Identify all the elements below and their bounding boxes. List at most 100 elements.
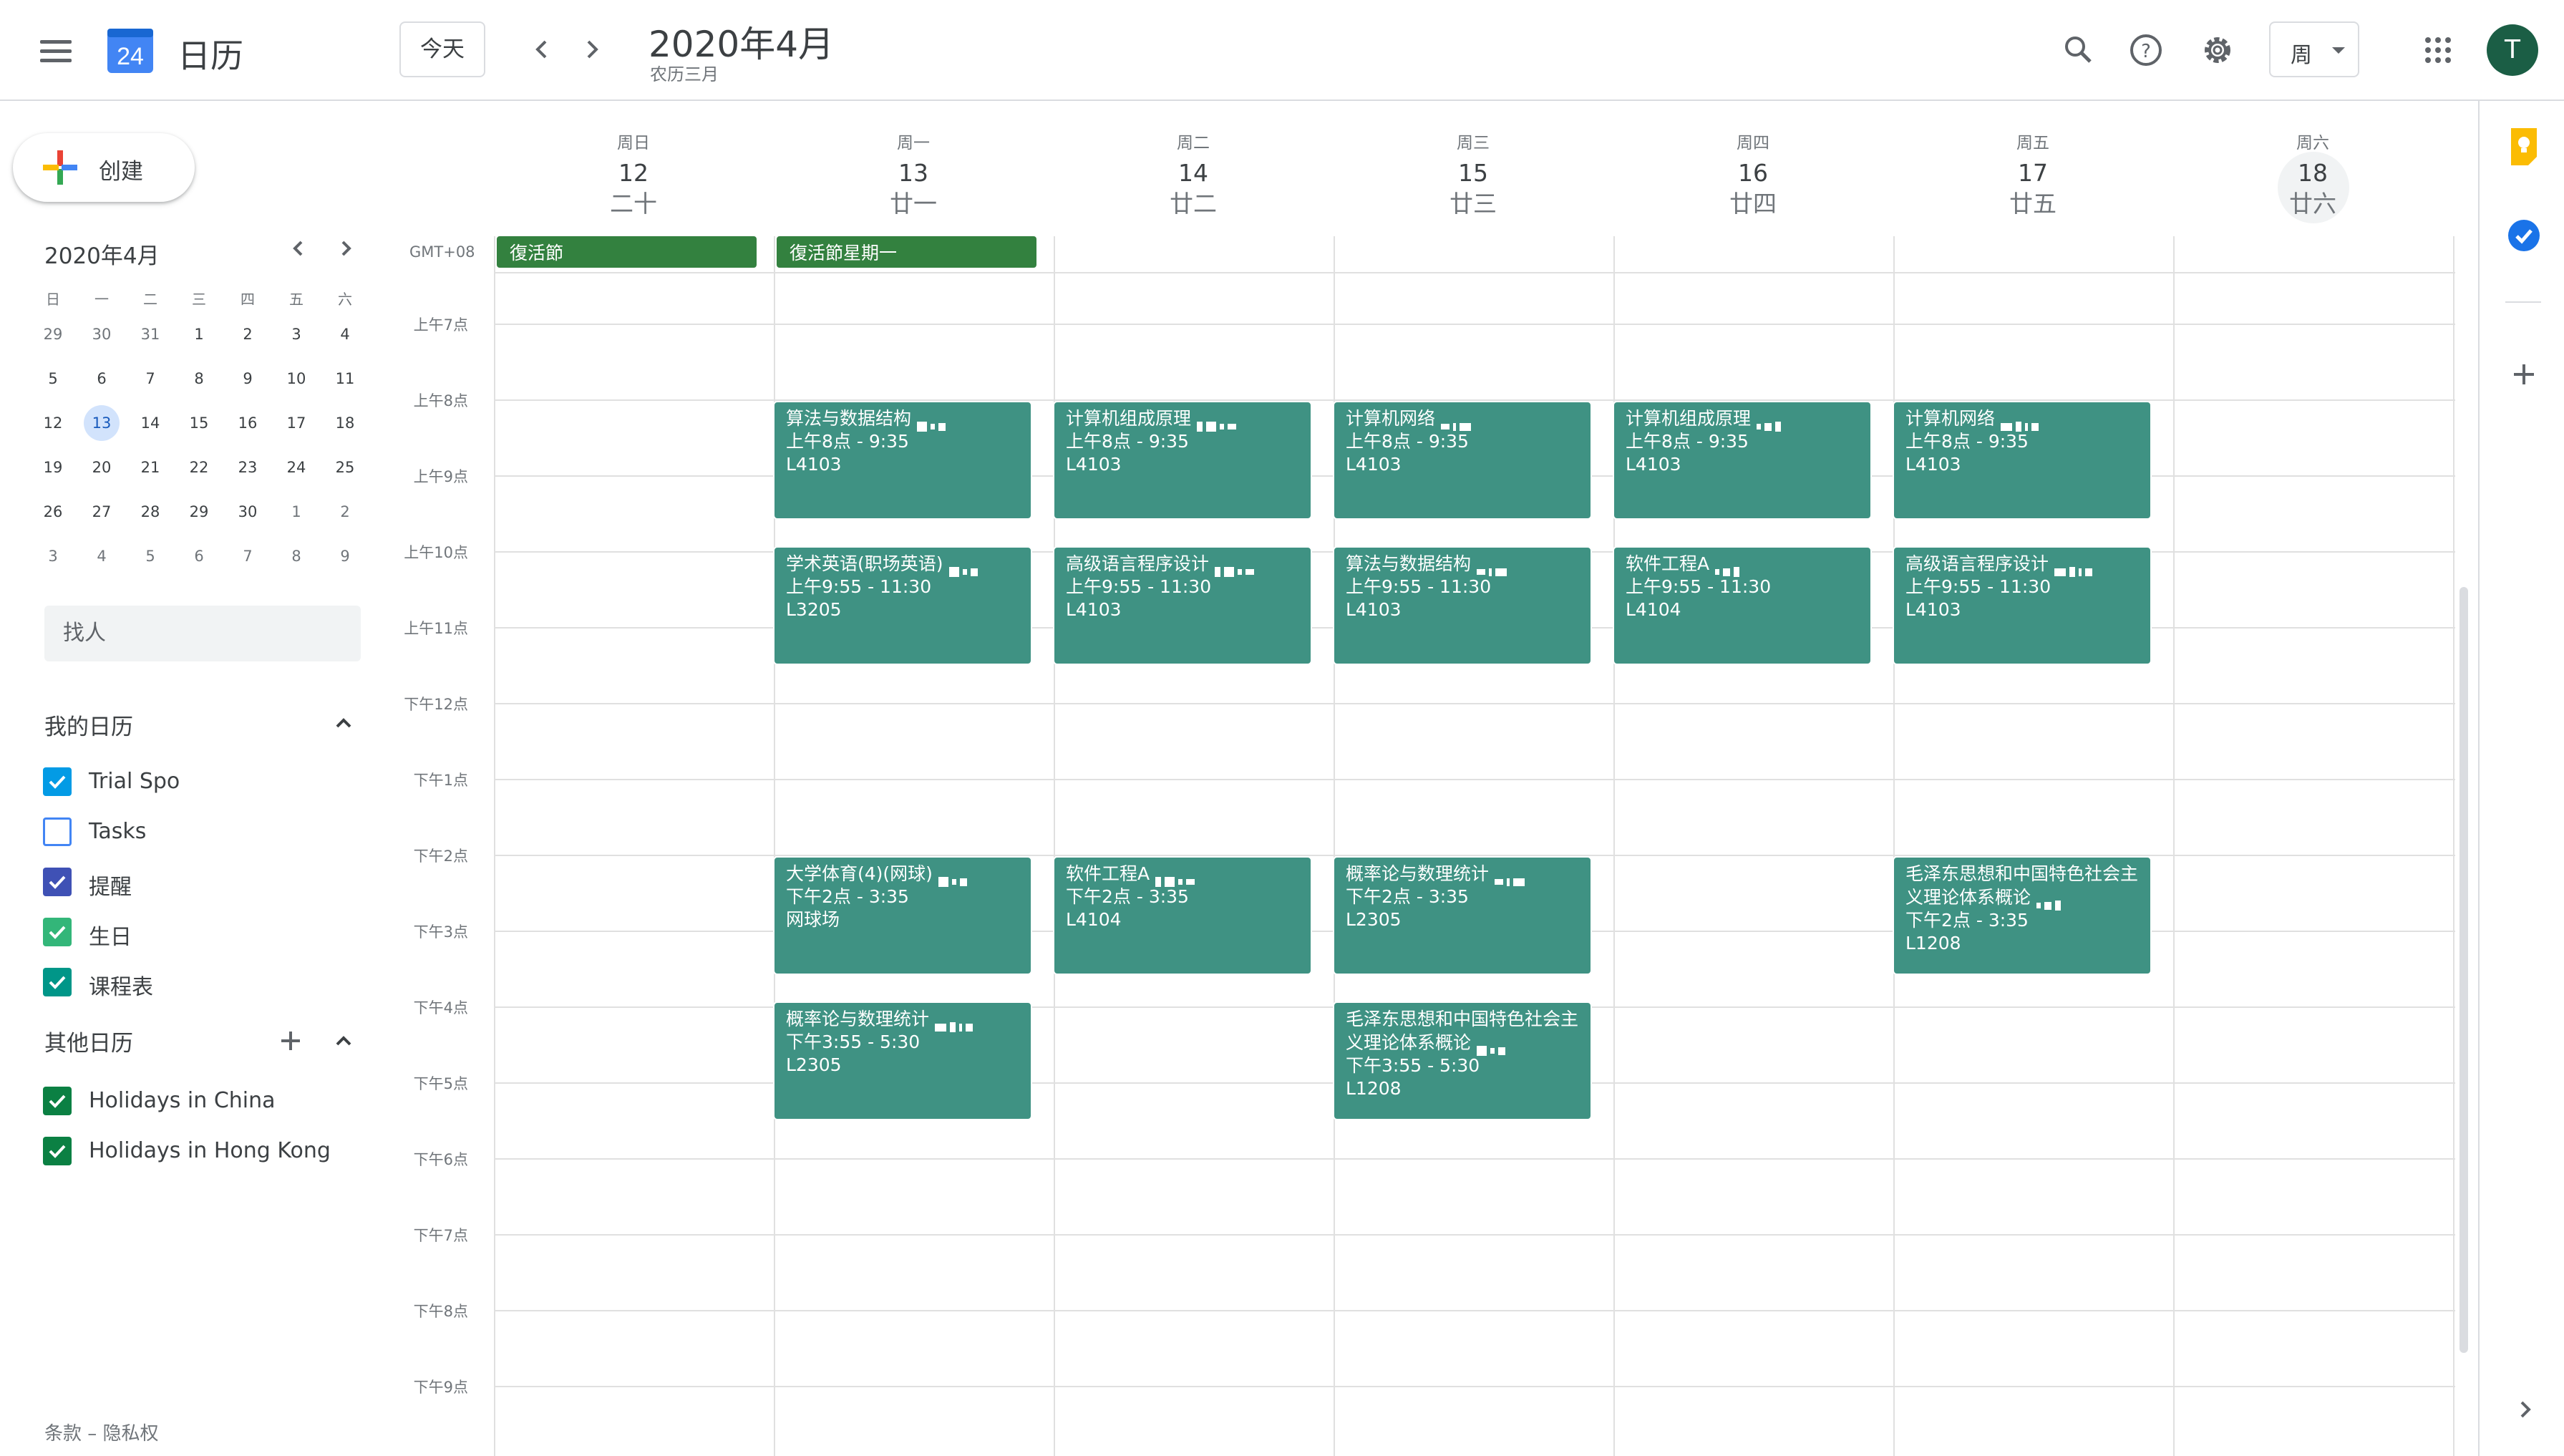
mini-calendar-day[interactable]: 8 xyxy=(175,356,223,401)
today-button[interactable]: 今天 xyxy=(399,21,485,77)
calendar-event[interactable]: 计算机组成原理 上午8点 - 9:35 L4103 xyxy=(1053,401,1312,520)
mini-calendar-day[interactable]: 29 xyxy=(29,312,77,356)
mini-calendar-day[interactable]: 6 xyxy=(175,534,223,578)
calendar-event[interactable]: 计算机网络 上午8点 - 9:35 L4103 xyxy=(1333,401,1592,520)
mini-calendar-day[interactable]: 17 xyxy=(272,401,321,445)
previous-week-button[interactable] xyxy=(523,30,561,69)
calendar-checkbox[interactable] xyxy=(43,767,72,796)
mini-calendar-day[interactable]: 14 xyxy=(126,401,175,445)
mini-calendar-day[interactable]: 4 xyxy=(77,534,126,578)
grid-scrollbar[interactable] xyxy=(2459,587,2468,1353)
mini-calendar-day[interactable]: 23 xyxy=(223,445,272,490)
next-week-button[interactable] xyxy=(573,30,611,69)
mini-calendar-day[interactable]: 15 xyxy=(175,401,223,445)
account-avatar[interactable]: T xyxy=(2487,24,2538,76)
mini-calendar-day[interactable]: 5 xyxy=(29,356,77,401)
mini-calendar-day[interactable]: 3 xyxy=(29,534,77,578)
mini-calendar-day[interactable]: 1 xyxy=(272,490,321,534)
calendar-event[interactable]: 学术英语(职场英语) 上午9:55 - 11:30 L3205 xyxy=(773,546,1032,665)
mini-calendar-day[interactable]: 22 xyxy=(175,445,223,490)
mini-calendar-next-month[interactable] xyxy=(331,233,361,263)
terms-privacy-links[interactable]: 条款 – 隐私权 xyxy=(44,1419,159,1445)
add-other-calendar-button[interactable] xyxy=(278,1028,303,1054)
calendar-event[interactable]: 毛泽东思想和中国特色社会主义理论体系概论 下午2点 - 3:35 L1208 xyxy=(1893,856,2152,975)
mini-calendar-day[interactable]: 26 xyxy=(29,490,77,534)
mini-calendar-day[interactable]: 5 xyxy=(126,534,175,578)
calendar-logo-icon[interactable]: 24 xyxy=(105,24,156,76)
calendar-event[interactable]: 软件工程A 上午9:55 - 11:30 L4104 xyxy=(1613,546,1872,665)
calendar-checkbox[interactable] xyxy=(43,868,72,896)
main-menu-icon[interactable] xyxy=(34,30,77,73)
calendar-event[interactable]: 计算机网络 上午8点 - 9:35 L4103 xyxy=(1893,401,2152,520)
calendar-checkbox[interactable] xyxy=(43,1137,72,1165)
day-number-button[interactable]: 17 xyxy=(1893,159,2172,187)
help-button[interactable]: ? xyxy=(2123,27,2169,73)
calendar-event[interactable]: 毛泽东思想和中国特色社会主义理论体系概论 下午3:55 - 5:30 L1208 xyxy=(1333,1001,1592,1120)
mini-calendar-day[interactable]: 1 xyxy=(175,312,223,356)
calendar-event[interactable]: 高级语言程序设计 上午9:55 - 11:30 L4103 xyxy=(1053,546,1312,665)
mini-calendar-day[interactable]: 7 xyxy=(126,356,175,401)
mini-calendar-day[interactable]: 29 xyxy=(175,490,223,534)
mini-calendar-day[interactable]: 3 xyxy=(272,312,321,356)
calendar-event[interactable]: 计算机组成原理 上午8点 - 9:35 L4103 xyxy=(1613,401,1872,520)
mini-calendar-day[interactable]: 20 xyxy=(77,445,126,490)
collapse-my-calendars-button[interactable] xyxy=(331,710,356,736)
all-day-event[interactable]: 復活節星期一 xyxy=(775,235,1038,269)
mini-calendar-day[interactable]: 2 xyxy=(321,490,369,534)
day-number-button[interactable]: 12 xyxy=(494,159,773,187)
mini-calendar-day[interactable]: 16 xyxy=(223,401,272,445)
calendar-event[interactable]: 高级语言程序设计 上午9:55 - 11:30 L4103 xyxy=(1893,546,2152,665)
mini-calendar-day[interactable]: 21 xyxy=(126,445,175,490)
my-calendars-title[interactable]: 我的日历 xyxy=(44,709,133,741)
mini-calendar-today[interactable]: 13 xyxy=(77,401,126,445)
mini-calendar-day[interactable]: 7 xyxy=(223,534,272,578)
search-button[interactable] xyxy=(2056,27,2102,73)
calendar-event[interactable]: 算法与数据结构 上午9:55 - 11:30 L4103 xyxy=(1333,546,1592,665)
day-number-button[interactable]: 14 xyxy=(1054,159,1333,187)
mini-calendar-day[interactable]: 10 xyxy=(272,356,321,401)
calendar-checkbox[interactable] xyxy=(43,1087,72,1115)
search-people-input[interactable]: 找人 xyxy=(44,606,361,661)
mini-calendar-prev-month[interactable] xyxy=(283,233,314,263)
mini-calendar-day[interactable]: 31 xyxy=(126,312,175,356)
calendar-checkbox[interactable] xyxy=(43,918,72,946)
create-event-button[interactable]: 创建 xyxy=(13,133,195,202)
calendar-event[interactable]: 算法与数据结构 上午8点 - 9:35 L4103 xyxy=(773,401,1032,520)
tasks-icon[interactable] xyxy=(2505,217,2543,254)
day-number-button[interactable]: 18 xyxy=(2173,159,2452,187)
view-selector[interactable]: 周 xyxy=(2269,21,2359,77)
all-day-event[interactable]: 復活節 xyxy=(495,235,758,269)
mini-calendar-day[interactable]: 6 xyxy=(77,356,126,401)
day-number-button[interactable]: 16 xyxy=(1613,159,1893,187)
mini-calendar-day[interactable]: 8 xyxy=(272,534,321,578)
get-addons-button[interactable] xyxy=(2508,359,2540,390)
mini-calendar-day[interactable]: 25 xyxy=(321,445,369,490)
mini-calendar-day[interactable]: 18 xyxy=(321,401,369,445)
keep-icon[interactable] xyxy=(2507,125,2541,168)
google-apps-button[interactable] xyxy=(2415,27,2461,73)
mini-calendar-day[interactable]: 9 xyxy=(321,534,369,578)
mini-calendar-day[interactable]: 28 xyxy=(126,490,175,534)
calendar-event[interactable]: 概率论与数理统计 下午2点 - 3:35 L2305 xyxy=(1333,856,1592,975)
mini-calendar-day[interactable]: 4 xyxy=(321,312,369,356)
mini-calendar-day[interactable]: 30 xyxy=(77,312,126,356)
calendar-checkbox[interactable] xyxy=(43,968,72,996)
mini-calendar-day[interactable]: 2 xyxy=(223,312,272,356)
mini-calendar-day[interactable]: 24 xyxy=(272,445,321,490)
collapse-other-calendars-button[interactable] xyxy=(331,1028,356,1054)
settings-button[interactable] xyxy=(2195,27,2240,73)
mini-calendar-day[interactable]: 11 xyxy=(321,356,369,401)
day-number-button[interactable]: 15 xyxy=(1334,159,1613,187)
calendar-event[interactable]: 概率论与数理统计 下午3:55 - 5:30 L2305 xyxy=(773,1001,1032,1120)
mini-calendar-day[interactable]: 27 xyxy=(77,490,126,534)
mini-calendar-day[interactable]: 9 xyxy=(223,356,272,401)
mini-calendar-day[interactable]: 19 xyxy=(29,445,77,490)
calendar-checkbox[interactable] xyxy=(43,817,72,846)
day-number-button[interactable]: 13 xyxy=(774,159,1053,187)
other-calendars-title[interactable]: 其他日历 xyxy=(44,1025,133,1057)
expand-side-panel-button[interactable] xyxy=(2512,1397,2538,1422)
mini-calendar-day[interactable]: 30 xyxy=(223,490,272,534)
calendar-event[interactable]: 大学体育(4)(网球) 下午2点 - 3:35 网球场 xyxy=(773,856,1032,975)
mini-calendar-day[interactable]: 12 xyxy=(29,401,77,445)
calendar-event[interactable]: 软件工程A 下午2点 - 3:35 L4104 xyxy=(1053,856,1312,975)
